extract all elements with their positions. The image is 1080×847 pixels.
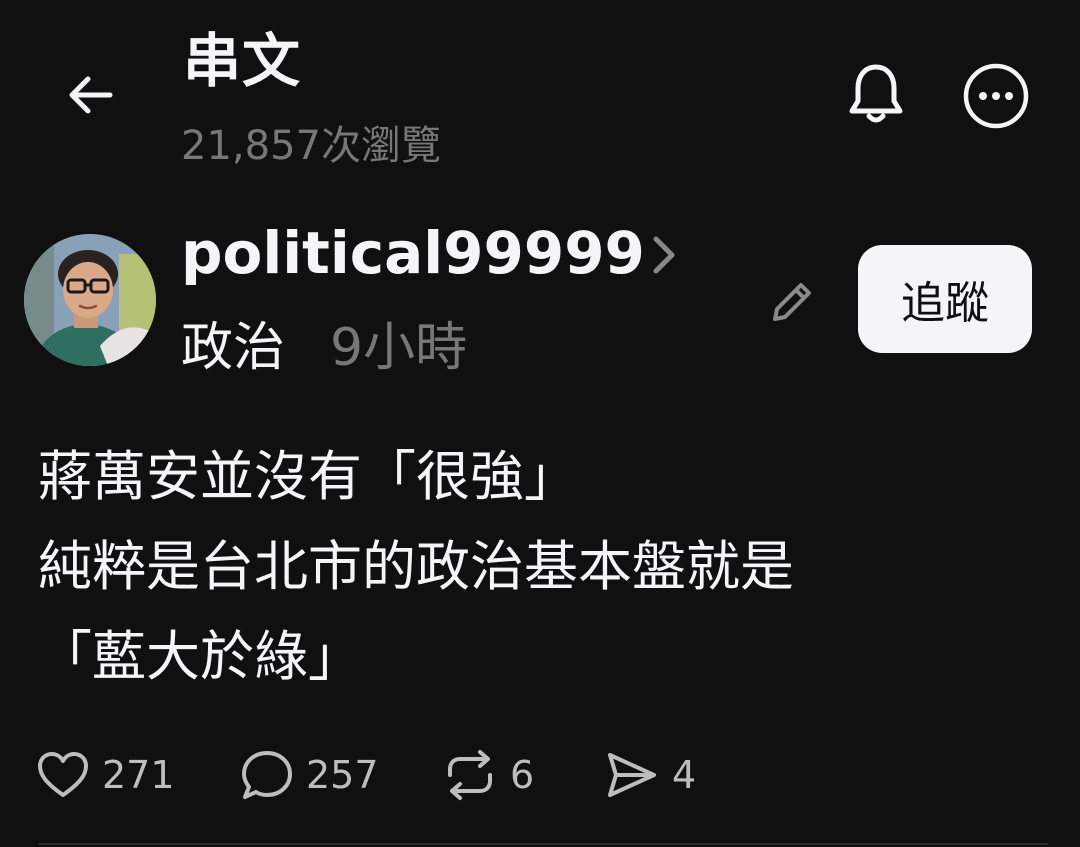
page-title: 串文 [183, 27, 302, 95]
avatar-image [24, 234, 156, 366]
post-line: 純粹是台北市的政治基本盤就是 [38, 535, 794, 598]
notification-button[interactable] [838, 56, 914, 132]
author-username[interactable]: political99999 [181, 216, 645, 290]
pencil-icon [773, 283, 811, 321]
view-count: 21,857次瀏覽 [181, 123, 441, 169]
like-count: 271 [102, 753, 175, 797]
divider [38, 843, 1048, 845]
heart-icon [38, 752, 88, 797]
like-button[interactable]: 271 [36, 746, 175, 804]
post-time: 9小時 [330, 318, 468, 378]
chevron-right-icon [653, 236, 675, 274]
bell-icon [849, 64, 903, 123]
comment-icon [242, 751, 292, 799]
follow-button[interactable]: 追蹤 [858, 245, 1032, 353]
edit-button[interactable] [764, 274, 820, 330]
share-button[interactable]: 4 [604, 746, 696, 804]
repost-button[interactable]: 6 [442, 746, 534, 804]
send-icon [608, 753, 656, 797]
repost-icon [448, 750, 492, 800]
reply-button[interactable]: 257 [240, 746, 379, 804]
post-topic[interactable]: 政治 [181, 312, 285, 384]
reply-count: 257 [306, 753, 379, 797]
repost-count: 6 [510, 753, 535, 797]
back-button[interactable] [58, 62, 124, 128]
more-options-button[interactable] [958, 58, 1034, 134]
post-content: 蔣萬安並沒有「很強」 純粹是台北市的政治基本盤就是 「藍大於綠」 [38, 432, 1048, 702]
back-arrow-icon [69, 76, 113, 114]
post-line: 「藍大於綠」 [38, 625, 362, 688]
avatar[interactable] [24, 234, 156, 366]
author-profile-link[interactable] [640, 232, 686, 278]
share-count: 4 [672, 753, 697, 797]
more-options-icon [963, 63, 1029, 129]
post-line: 蔣萬安並沒有「很強」 [38, 445, 578, 508]
